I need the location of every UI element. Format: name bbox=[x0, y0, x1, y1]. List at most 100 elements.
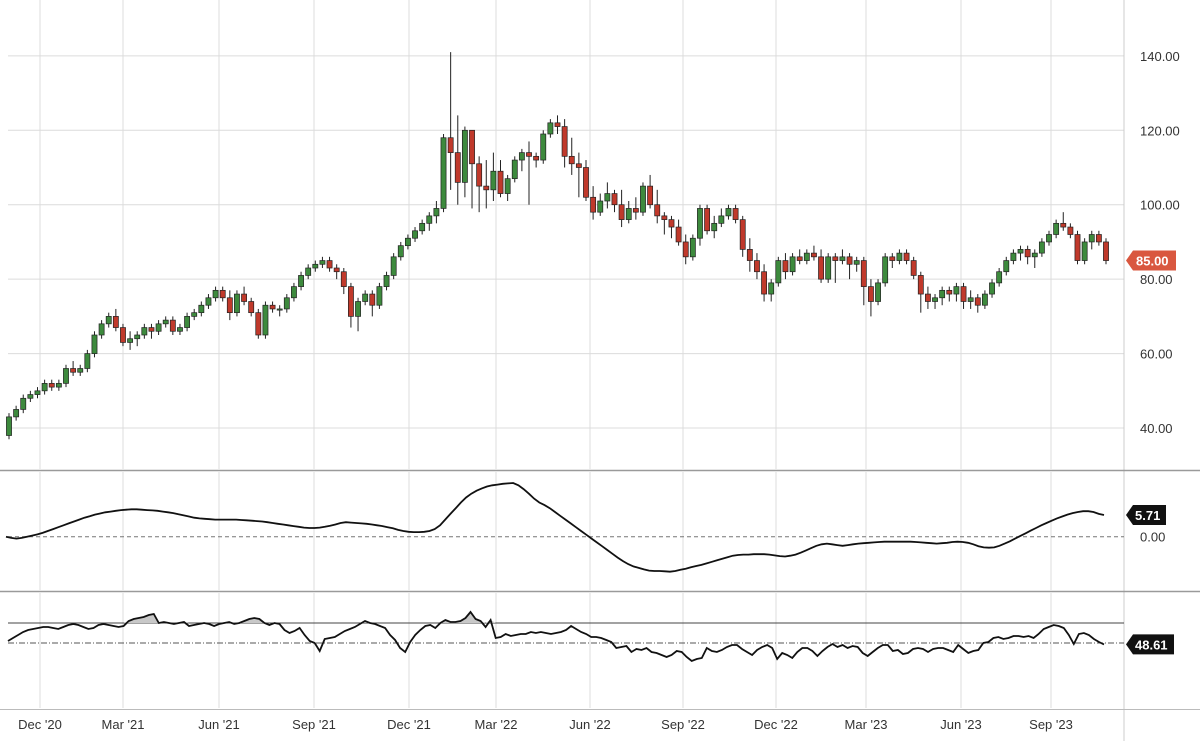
candle-up bbox=[41, 383, 48, 392]
candle-down bbox=[169, 319, 176, 332]
candle-up bbox=[234, 293, 240, 314]
candle-down bbox=[647, 185, 654, 206]
candle-up bbox=[319, 260, 326, 265]
x-tick-label: Mar '23 bbox=[845, 717, 888, 732]
candle-up bbox=[875, 282, 881, 302]
candle-up bbox=[397, 245, 404, 258]
x-tick-label: Sep '22 bbox=[661, 717, 705, 732]
candle-down bbox=[732, 208, 739, 220]
candle-down bbox=[112, 316, 119, 328]
candle-up bbox=[355, 301, 361, 317]
candle-up bbox=[98, 323, 105, 336]
candle-up bbox=[896, 252, 903, 261]
candle-up bbox=[882, 256, 889, 284]
candle-down bbox=[1060, 222, 1067, 228]
candle-down bbox=[782, 260, 789, 273]
candle-up bbox=[1081, 241, 1088, 261]
candle-down bbox=[761, 271, 767, 295]
candle-down bbox=[120, 327, 126, 343]
candle-up bbox=[839, 256, 846, 261]
candle-up bbox=[718, 215, 725, 224]
candle-up bbox=[276, 308, 283, 311]
candle-down bbox=[340, 271, 347, 287]
candle-down bbox=[960, 286, 967, 302]
candle-down bbox=[611, 193, 618, 206]
candle-up bbox=[967, 297, 974, 302]
candle-up bbox=[697, 208, 703, 239]
candle-up bbox=[262, 304, 269, 336]
candle-down bbox=[48, 383, 55, 388]
candle-down bbox=[974, 297, 981, 306]
candle-down bbox=[248, 301, 255, 314]
candle-down bbox=[818, 256, 824, 280]
candle-up bbox=[34, 390, 41, 395]
candle-down bbox=[846, 256, 853, 265]
candle-down bbox=[1074, 234, 1081, 261]
candle-up bbox=[390, 256, 397, 276]
candle-up bbox=[426, 215, 433, 224]
osc-value-label: 5.71 bbox=[1135, 508, 1160, 523]
last-price-label: 85.00 bbox=[1136, 254, 1169, 269]
candle-up bbox=[155, 323, 162, 332]
candle-down bbox=[483, 185, 490, 191]
candle-up bbox=[55, 383, 62, 388]
oscillator-line bbox=[5, 482, 1105, 573]
candle-up bbox=[162, 319, 169, 325]
candle-down bbox=[860, 260, 867, 287]
candle-down bbox=[497, 170, 504, 194]
rsi-value-label: 48.61 bbox=[1135, 637, 1168, 652]
candle-down bbox=[533, 155, 540, 161]
candle-up bbox=[198, 304, 205, 314]
candle-down bbox=[326, 260, 333, 269]
candle-up bbox=[6, 416, 12, 436]
price-panel bbox=[6, 52, 1109, 440]
candle-down bbox=[1024, 249, 1031, 258]
candle-down bbox=[226, 297, 233, 314]
candle-up bbox=[1046, 234, 1052, 243]
candle-down bbox=[590, 196, 597, 213]
candle-up bbox=[184, 316, 190, 328]
candle-up bbox=[689, 237, 696, 258]
candle-up bbox=[547, 122, 554, 135]
candle-up bbox=[932, 297, 938, 302]
candle-up bbox=[205, 297, 212, 306]
price-tick-label: 60.00 bbox=[1140, 347, 1173, 362]
price-tick-label: 40.00 bbox=[1140, 421, 1173, 436]
candle-down bbox=[526, 152, 532, 157]
candle-down bbox=[568, 155, 575, 165]
candle-up bbox=[490, 170, 497, 191]
candle-down bbox=[575, 163, 582, 168]
candle-down bbox=[796, 256, 803, 261]
candle-up bbox=[419, 222, 426, 232]
candle-up bbox=[298, 275, 304, 287]
x-tick-label: Dec '20 bbox=[18, 717, 62, 732]
candle-up bbox=[768, 282, 775, 295]
candle-up bbox=[803, 252, 810, 261]
candle-up bbox=[597, 200, 604, 213]
candle-up bbox=[63, 368, 69, 384]
candle-down bbox=[754, 260, 760, 273]
candle-down bbox=[946, 289, 953, 295]
candle-up bbox=[789, 256, 796, 273]
price-tick-label: 140.00 bbox=[1140, 49, 1180, 64]
candle-down bbox=[668, 219, 675, 228]
candle-up bbox=[305, 267, 312, 276]
candle-up bbox=[1031, 252, 1038, 258]
panel-borders bbox=[0, 0, 1200, 741]
candle-up bbox=[141, 327, 148, 336]
candle-down bbox=[903, 252, 910, 261]
candle-down bbox=[476, 163, 483, 187]
x-tick-label: Jun '22 bbox=[569, 717, 611, 732]
candle-down bbox=[868, 286, 874, 302]
candle-up bbox=[1053, 222, 1060, 235]
candle-down bbox=[70, 368, 77, 373]
grid-layer bbox=[8, 0, 1124, 708]
candle-up bbox=[604, 193, 611, 202]
candle-down bbox=[661, 215, 668, 220]
candle-up bbox=[939, 289, 946, 299]
candle-down bbox=[917, 275, 924, 295]
x-tick-label: Dec '22 bbox=[754, 717, 798, 732]
x-tick-label: Sep '23 bbox=[1029, 717, 1073, 732]
axis-labels: 40.00 60.00 80.00 100.00 120.00 140.00 85.00 De… bbox=[18, 49, 1180, 732]
x-tick-label: Jun '21 bbox=[198, 717, 240, 732]
